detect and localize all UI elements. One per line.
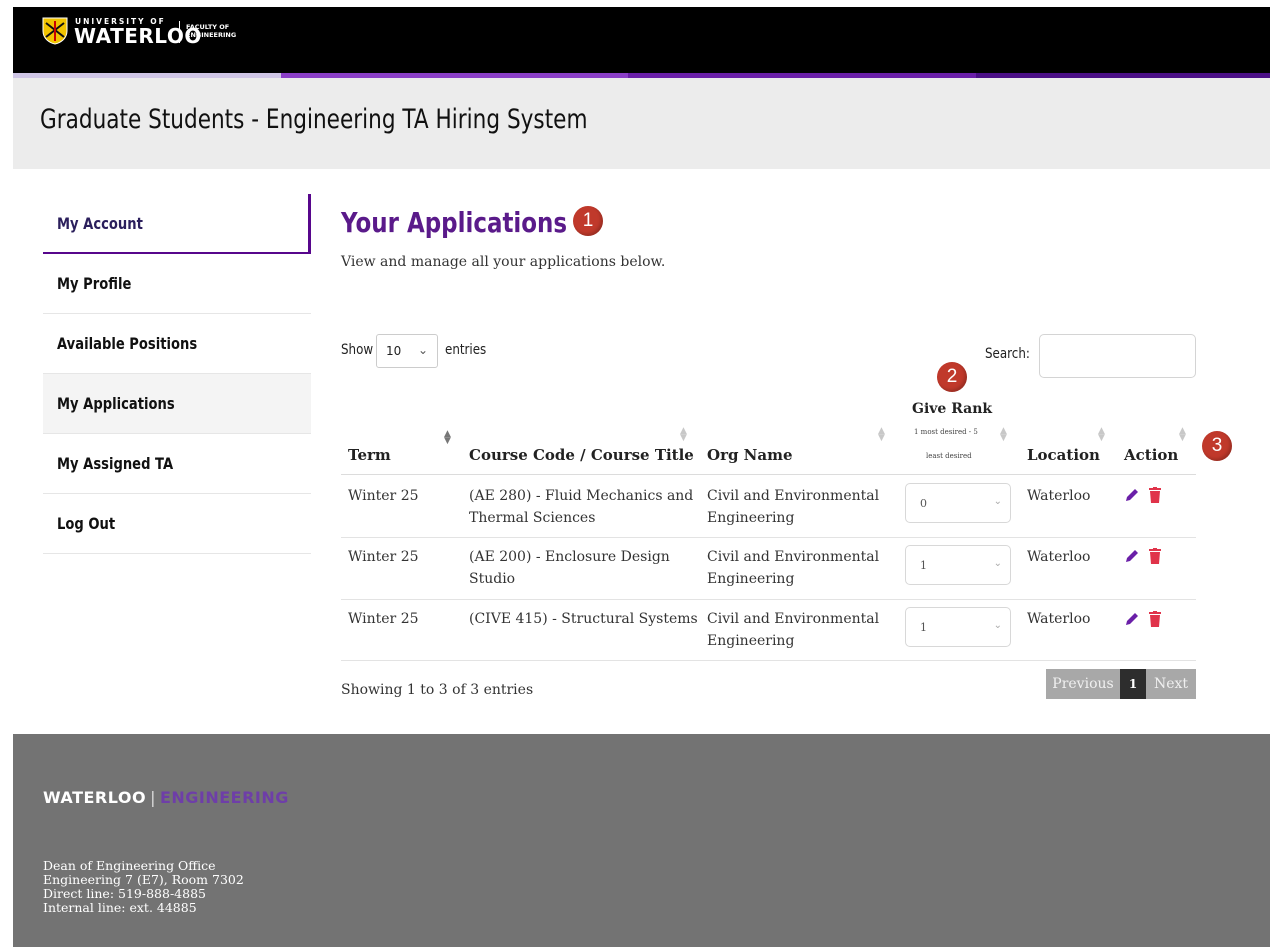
cell-location: Waterloo [1027, 549, 1091, 565]
sidebar-item-my-account[interactable]: My Account [43, 194, 311, 254]
address-line: Direct line: 519-888-4885 [43, 886, 206, 901]
sidebar-item-label: My Assigned TA [57, 454, 174, 473]
pencil-icon[interactable] [1124, 487, 1140, 503]
page-1-button[interactable]: 1 [1120, 669, 1146, 699]
footer-logo-waterloo: WATERLOO [43, 788, 147, 807]
pencil-icon[interactable] [1124, 611, 1140, 627]
previous-page-button[interactable]: Previous [1046, 669, 1120, 699]
pagination: Previous 1 Next [1046, 669, 1196, 699]
entries-select-value: 10 [386, 344, 402, 358]
page-title: Your Applications [341, 206, 568, 239]
cell-org: Civil and Environmental [707, 549, 880, 565]
rank-select-value: 1 [920, 559, 927, 572]
sidebar-item-my-assigned-ta[interactable]: My Assigned TA [43, 434, 311, 494]
rank-select-value: 0 [920, 497, 927, 510]
cell-term: Winter 25 [348, 611, 419, 627]
logo-waterloo: WATERLOO [74, 24, 202, 48]
column-header-rank[interactable]: Give Rank [912, 401, 992, 417]
row-divider [341, 537, 1196, 538]
site-footer [13, 734, 1270, 947]
page-subtitle: View and manage all your applications be… [341, 254, 666, 270]
row-divider [341, 599, 1196, 600]
trash-icon[interactable] [1149, 487, 1161, 503]
footer-logo[interactable]: WATERLOO | ENGINEERING [43, 788, 289, 807]
sidebar-item-available-positions[interactable]: Available Positions [43, 314, 311, 374]
logo-faculty: FACULTY OF ENGINEERING [186, 23, 237, 39]
cell-location: Waterloo [1027, 488, 1091, 504]
cell-org: Civil and Environmental [707, 488, 880, 504]
footer-address: Dean of Engineering Office Engineering 7… [43, 859, 244, 915]
address-line: Dean of Engineering Office [43, 858, 216, 873]
sidebar-item-label: Available Positions [57, 334, 198, 353]
search-label: Search: [985, 346, 1030, 362]
trash-icon[interactable] [1149, 611, 1161, 627]
chevron-down-icon: ⌄ [993, 558, 1002, 569]
sidebar-nav: My Account My Profile Available Position… [43, 194, 311, 554]
footer-logo-separator: | [150, 788, 156, 807]
sidebar-item-my-profile[interactable]: My Profile [43, 254, 311, 314]
column-header-course[interactable]: Course Code / Course Title [469, 446, 694, 464]
cell-org: Civil and Environmental [707, 611, 880, 627]
address-line: Engineering 7 (E7), Room 7302 [43, 872, 244, 887]
sidebar-item-label: Log Out [57, 514, 116, 533]
show-label: Show [341, 342, 374, 358]
cell-course: (AE 280) - Fluid Mechanics and [469, 488, 694, 504]
university-logo[interactable]: UNIVERSITY OF WATERLOO FACULTY OF ENGINE… [42, 17, 236, 48]
cell-course: (AE 200) - Enclosure Design [469, 549, 670, 565]
table-header-divider [341, 474, 1196, 475]
annotation-badge-3: 3 [1202, 431, 1232, 461]
search-input[interactable] [1039, 334, 1196, 378]
entries-label: entries [445, 342, 487, 358]
sort-icon[interactable]: ▲ ▼ [680, 427, 687, 443]
row-divider [341, 660, 1196, 661]
cell-course: (CIVE 415) - Structural Systems [469, 611, 698, 627]
table-info: Showing 1 to 3 of 3 entries [341, 682, 534, 698]
rank-select[interactable]: 1 ⌄ [905, 607, 1011, 647]
cell-location: Waterloo [1027, 611, 1091, 627]
sort-icon[interactable]: ▲ ▼ [1000, 427, 1007, 443]
column-header-location[interactable]: Location [1027, 446, 1100, 464]
chevron-down-icon: ⌄ [417, 343, 428, 357]
sidebar-item-label: My Profile [57, 274, 132, 293]
cell-course-cont: Studio [469, 571, 516, 587]
cell-term: Winter 25 [348, 549, 419, 565]
footer-logo-engineering: ENGINEERING [159, 788, 289, 807]
cell-org-cont: Engineering [707, 510, 795, 526]
cell-term: Winter 25 [348, 488, 419, 504]
column-header-org[interactable]: Org Name [707, 446, 793, 464]
entries-select[interactable]: 10 ⌄ [376, 334, 438, 368]
rank-hint-2: least desired [926, 452, 972, 460]
sidebar-item-log-out[interactable]: Log Out [43, 494, 311, 554]
rank-select[interactable]: 1 ⌄ [905, 545, 1011, 585]
sidebar-item-label: My Applications [57, 394, 175, 413]
next-page-button[interactable]: Next [1146, 669, 1196, 699]
chevron-down-icon: ⌄ [993, 620, 1002, 631]
column-header-term[interactable]: Term [348, 446, 391, 464]
column-header-action: Action [1124, 446, 1179, 464]
sort-icon[interactable]: ▲ ▼ [1179, 427, 1186, 443]
rank-hint-1: 1 most desired - 5 [914, 428, 978, 436]
site-title: Graduate Students - Engineering TA Hirin… [40, 104, 588, 135]
sidebar-item-my-applications[interactable]: My Applications [43, 374, 311, 434]
cell-course-cont: Thermal Sciences [469, 510, 596, 526]
cell-org-cont: Engineering [707, 633, 795, 649]
cell-org-cont: Engineering [707, 571, 795, 587]
chevron-down-icon: ⌄ [993, 496, 1002, 507]
sort-icon[interactable]: ▲ ▼ [878, 427, 885, 443]
annotation-badge-1: 1 [573, 206, 603, 236]
annotation-badge-2: 2 [937, 362, 967, 392]
trash-icon[interactable] [1149, 548, 1161, 564]
crest-icon [42, 17, 68, 45]
address-line: Internal line: ext. 44885 [43, 900, 197, 915]
rank-select[interactable]: 0 ⌄ [905, 483, 1011, 523]
logo-divider [179, 21, 180, 43]
sort-desc-icon[interactable]: ▲ ▼ [444, 430, 451, 446]
rank-select-value: 1 [920, 621, 927, 634]
pencil-icon[interactable] [1124, 548, 1140, 564]
sort-icon[interactable]: ▲ ▼ [1098, 427, 1105, 443]
sidebar-item-label: My Account [57, 213, 143, 233]
